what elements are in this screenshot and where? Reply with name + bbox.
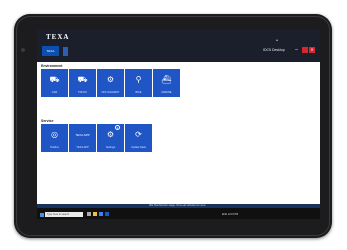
app-screen: TEXA TEXA ▴ IDC5 Desktop – ✕ Environment…: [37, 29, 320, 219]
service-tile-0[interactable]: ◎ Toolbox: [41, 124, 69, 152]
motorbike-icon: ⚲: [135, 75, 142, 84]
service-tile-label: Update Mast: [131, 146, 146, 149]
environment-tile-1[interactable]: ⛟ TRUCK: [69, 69, 97, 97]
boat-icon: ⛴: [161, 75, 172, 84]
environment-tile-label: OFF HIGHWAY: [101, 91, 120, 94]
start-icon[interactable]: [40, 213, 44, 217]
environment-tile-0[interactable]: ⛟ CAR: [41, 69, 69, 97]
status-text: Idle Stat Monitor stage. Drive all vehic…: [149, 204, 207, 207]
environment-tile-label: MARINE: [161, 91, 172, 94]
environment-tile-2[interactable]: ⚙ OFF HIGHWAY: [97, 69, 125, 97]
settings-icon: ⚙: [106, 130, 115, 139]
environment-tile-4[interactable]: ⛴ MARINE: [153, 69, 181, 97]
menu-icon[interactable]: [63, 47, 68, 56]
service-tile-label: Settings: [105, 146, 116, 149]
texa-app-taskbar-icon[interactable]: [105, 212, 109, 216]
section-environment: Environment: [41, 64, 63, 68]
task-view-icon[interactable]: [87, 212, 91, 216]
environment-tile-label: CAR: [51, 91, 58, 94]
restore-button[interactable]: [302, 47, 308, 53]
search-input[interactable]: Type here to search: [45, 212, 83, 217]
update-icon: ⟳: [135, 130, 142, 139]
service-tile-3[interactable]: ⟳ Update Mast: [125, 124, 153, 152]
car-icon: ⛟: [49, 75, 60, 84]
tractor-icon: ⚙: [106, 75, 115, 84]
status-bar: Idle Stat Monitor stage. Drive all vehic…: [37, 204, 320, 208]
section-service: Service: [41, 119, 54, 123]
device-name: IDC5 Desktop: [263, 48, 285, 52]
toolbox-icon: ◎: [51, 130, 58, 139]
expand-icon[interactable]: ▴: [276, 37, 278, 42]
texa-app-icon: TEXA APP: [75, 133, 90, 137]
environment-tile-label: BIKE: [135, 91, 142, 94]
system-tray: ENG 12:15 PM: [222, 213, 239, 216]
camera-icon: [21, 48, 25, 52]
environment-tile-label: TRUCK: [78, 91, 87, 94]
notification-badge: 1: [115, 125, 120, 130]
environment-tile-3[interactable]: ⚲ BIKE: [125, 69, 153, 97]
folder-icon[interactable]: [93, 212, 97, 216]
service-tile-label: TEXA APP: [76, 146, 89, 149]
service-tile-label: Toolbox: [50, 146, 59, 149]
service-tile-1[interactable]: TEXA APP TEXA APP: [69, 124, 97, 152]
title-bar: TEXA TEXA ▴ IDC5 Desktop – ✕: [37, 29, 320, 62]
brand-logo: TEXA: [46, 33, 70, 41]
truck-icon: ⛟: [77, 75, 88, 84]
minimize-button[interactable]: –: [293, 47, 300, 54]
close-button[interactable]: ✕: [309, 47, 315, 53]
home-tab[interactable]: TEXA: [42, 46, 59, 56]
service-tile-2[interactable]: ⚙ 1 Settings: [97, 124, 125, 152]
edge-icon[interactable]: [99, 212, 103, 216]
